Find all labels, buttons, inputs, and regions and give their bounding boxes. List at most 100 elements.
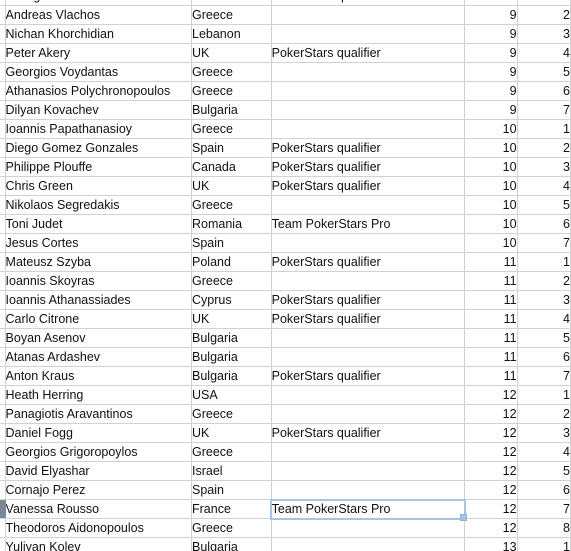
table-row[interactable]: Boyan Asenov Bulgaria 11 5 xyxy=(0,328,571,348)
cell-note[interactable]: PokerStars qualifier xyxy=(271,366,466,386)
cell-seat[interactable]: 1 xyxy=(517,385,571,405)
table-row[interactable]: Diego Gomez Gonzales Spain PokerStars qual… xyxy=(0,138,571,158)
cell-day[interactable]: 11 xyxy=(464,252,518,272)
cell-day[interactable]: 9 xyxy=(464,100,518,120)
cell-note[interactable] xyxy=(271,119,466,139)
cell-day[interactable]: 9 xyxy=(464,62,518,82)
cell-note[interactable] xyxy=(271,24,466,44)
cell-day[interactable]: 11 xyxy=(464,309,518,329)
cell-name[interactable]: Andreas Vlachos xyxy=(5,5,193,25)
table-row[interactable]: Nikolaos Segredakis Greece 10 5 xyxy=(0,195,571,215)
cell-seat[interactable]: 5 xyxy=(517,328,571,348)
cell-country[interactable]: Israel xyxy=(191,461,272,481)
cell-note[interactable] xyxy=(271,385,466,405)
cell-note[interactable] xyxy=(271,537,466,551)
cell-note[interactable] xyxy=(271,100,466,120)
cell-seat[interactable]: 2 xyxy=(517,271,571,291)
cell-seat[interactable]: 1 xyxy=(517,537,571,551)
cell-seat[interactable]: 4 xyxy=(517,442,571,462)
cell-day[interactable]: 12 xyxy=(464,499,518,519)
cell-day[interactable]: 11 xyxy=(464,271,518,291)
cell-seat[interactable]: 4 xyxy=(517,309,571,329)
table-row[interactable]: Toni Judet Romania Team PokerStars Pro 10 6 xyxy=(0,214,571,234)
cell-seat[interactable]: 5 xyxy=(517,62,571,82)
table-row[interactable]: Athanasios Polychronopoulos Greece 9 6 xyxy=(0,81,571,101)
cell-day[interactable]: 10 xyxy=(464,176,518,196)
cell-day[interactable]: 10 xyxy=(464,119,518,139)
cell-note[interactable] xyxy=(271,195,466,215)
cell-country[interactable]: USA xyxy=(191,385,272,405)
cell-day[interactable]: 12 xyxy=(464,480,518,500)
cell-country[interactable]: Greece xyxy=(191,81,272,101)
cell-name[interactable]: Georgios Voydantas xyxy=(5,62,193,82)
cell-note[interactable]: PokerStars qualifier xyxy=(271,138,466,158)
cell-seat[interactable]: 1 xyxy=(517,252,571,272)
cell-note[interactable] xyxy=(271,442,466,462)
cell-country[interactable]: UK xyxy=(191,423,272,443)
cell-seat[interactable]: 3 xyxy=(517,290,571,310)
cell-day[interactable]: 12 xyxy=(464,442,518,462)
cell-name[interactable]: Boyan Asenov xyxy=(5,328,193,348)
cell-note[interactable] xyxy=(271,480,466,500)
grid-body[interactable]: Georgios TzimasGreecePokerStars qualifie… xyxy=(0,0,571,551)
cell-country[interactable]: Greece xyxy=(191,271,272,291)
cell-country[interactable]: Bulgaria xyxy=(191,366,272,386)
cell-note[interactable] xyxy=(271,233,466,253)
cell-country[interactable]: Bulgaria xyxy=(191,328,272,348)
cell-note[interactable] xyxy=(271,271,466,291)
cell-day[interactable]: 12 xyxy=(464,461,518,481)
table-row[interactable]: Cornajo Perez Spain 12 6 xyxy=(0,480,571,500)
cell-note[interactable]: PokerStars qualifier xyxy=(271,252,466,272)
table-row[interactable]: Philippe Plouffe Canada PokerStars qualifi… xyxy=(0,157,571,177)
table-row[interactable]: Dilyan Kovachev Bulgaria 9 7 xyxy=(0,100,571,120)
cell-name[interactable]: Jesus Cortes xyxy=(5,233,193,253)
table-row[interactable]: Daniel Fogg UK PokerStars qualifier 12 3 xyxy=(0,423,571,443)
cell-seat[interactable]: 6 xyxy=(517,214,571,234)
cell-day[interactable]: 12 xyxy=(464,404,518,424)
cell-note[interactable] xyxy=(271,461,466,481)
cell-country[interactable]: Bulgaria xyxy=(191,100,272,120)
cell-country[interactable]: Greece xyxy=(191,518,272,538)
cell-name[interactable]: Mateusz Szyba xyxy=(5,252,193,272)
table-row[interactable]: Theodoros Aidonopoulos Greece 12 8 xyxy=(0,518,571,538)
cell-note[interactable]: PokerStars qualifier xyxy=(271,43,466,63)
cell-seat[interactable]: 1 xyxy=(517,119,571,139)
cell-name[interactable]: Carlo Citrone xyxy=(5,309,193,329)
cell-seat[interactable]: 5 xyxy=(517,461,571,481)
cell-name[interactable]: Nikolaos Segredakis xyxy=(5,195,193,215)
cell-note[interactable]: PokerStars qualifier xyxy=(271,290,466,310)
cell-note[interactable] xyxy=(271,5,466,25)
data-grid[interactable]: Georgios TzimasGreecePokerStars qualifie… xyxy=(0,0,571,551)
cell-name[interactable]: Vanessa Rousso xyxy=(5,499,193,519)
cell-name[interactable]: Dilyan Kovachev xyxy=(5,100,193,120)
cell-note[interactable]: PokerStars qualifier xyxy=(271,157,466,177)
cell-day[interactable]: 10 xyxy=(464,138,518,158)
cell-seat[interactable]: 6 xyxy=(517,81,571,101)
cell-seat[interactable]: 7 xyxy=(517,366,571,386)
cell-country[interactable]: Greece xyxy=(191,195,272,215)
table-row[interactable]: Ioannis Skoyras Greece 11 2 xyxy=(0,271,571,291)
cell-name[interactable]: Diego Gomez Gonzales xyxy=(5,138,193,158)
cell-name[interactable]: Panagiotis Aravantinos xyxy=(5,404,193,424)
cell-name[interactable]: Nichan Khorchidian xyxy=(5,24,193,44)
cell-name[interactable]: Athanasios Polychronopoulos xyxy=(5,81,193,101)
cell-country[interactable]: Bulgaria xyxy=(191,537,272,551)
table-row[interactable]: Andreas Vlachos Greece 9 2 xyxy=(0,5,571,25)
cell-country[interactable]: Cyprus xyxy=(191,290,272,310)
cell-name[interactable]: Chris Green xyxy=(5,176,193,196)
cell-seat[interactable]: 3 xyxy=(517,24,571,44)
cell-note[interactable]: PokerStars qualifier xyxy=(271,309,466,329)
cell-name[interactable]: Toni Judet xyxy=(5,214,193,234)
cell-seat[interactable]: 7 xyxy=(517,100,571,120)
cell-seat[interactable]: 2 xyxy=(517,5,571,25)
cell-day[interactable]: 11 xyxy=(464,290,518,310)
cell-day[interactable]: 10 xyxy=(464,195,518,215)
table-row[interactable]: Heath Herring USA 12 1 xyxy=(0,385,571,405)
cell-day[interactable]: 9 xyxy=(464,81,518,101)
cell-country[interactable]: Greece xyxy=(191,62,272,82)
table-row[interactable]: Vanessa Rousso France Team PokerStars Pro 1… xyxy=(0,499,571,519)
table-row[interactable]: Ioannis Papathanasioy Greece 10 1 xyxy=(0,119,571,139)
cell-country[interactable]: Romania xyxy=(191,214,272,234)
cell-day[interactable]: 11 xyxy=(464,366,518,386)
cell-day[interactable]: 12 xyxy=(464,423,518,443)
